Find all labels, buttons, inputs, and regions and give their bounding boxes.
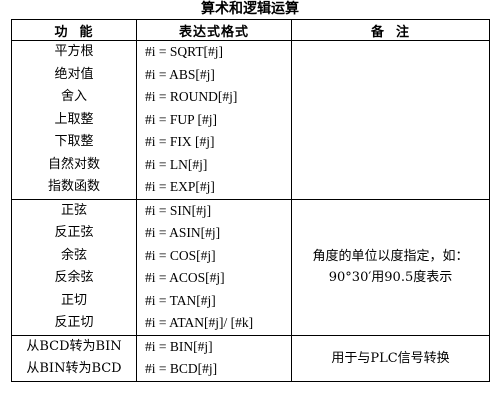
expression-text: #i = SIN[#j] [145, 202, 212, 218]
function-cell: 平方根 绝对值 舍入 上取整 下取整 自然对数 指数函数 [11, 40, 137, 200]
expression-cell: #i = BIN[#j] #i = BCD[#j] [136, 334, 292, 382]
function-label: 正弦 [60, 202, 87, 218]
function-label: 从BCD转为BIN [26, 338, 122, 354]
function-label: 平方根 [54, 44, 94, 59]
function-label: 反正弦 [54, 225, 94, 240]
function-cell: 从BCD转为BIN 从BIN转为BCD [11, 334, 137, 382]
operations-table: 功 能 表达式格式 备 注 平方根 绝对值 舍入 上取整 下取整 自然对数 指数… [11, 19, 490, 382]
table-row-basic-math: 平方根 绝对值 舍入 上取整 下取整 自然对数 指数函数 #i = SQRT[#… [11, 40, 490, 200]
function-label: 绝对值 [54, 66, 94, 82]
remark-text: 用于与PLC信号转换 [331, 350, 450, 366]
function-label: 上取整 [54, 111, 94, 127]
remarks-cell: 角度的单位以度指定，如： 90°30′用90.5度表示 [291, 198, 490, 336]
expression-text: #i = BIN[#j] [145, 338, 213, 354]
table-header-row: 功 能 表达式格式 备 注 [11, 19, 490, 41]
function-label: 自然对数 [47, 156, 100, 172]
expression-text: #i = SQRT[#j] [145, 44, 224, 59]
function-cell: 正弦 反正弦 余弦 反余弦 正切 反正切 [11, 198, 137, 336]
expression-text: #i = FUP [#j] [145, 111, 217, 127]
function-label: 余弦 [60, 247, 87, 263]
expression-text: #i = ATAN[#j]/ [#k] [145, 315, 254, 330]
expression-text: #i = BCD[#j] [145, 361, 218, 376]
page-title: 算术和逻辑运算 [201, 1, 299, 17]
header-expression: 表达式格式 [136, 19, 292, 41]
table-row-trigonometric: 正弦 反正弦 余弦 反余弦 正切 反正切 #i = SIN[#j] #i = A… [11, 198, 490, 336]
remarks-cell: 用于与PLC信号转换 [291, 334, 490, 382]
table-row-conversion: 从BCD转为BIN 从BIN转为BCD #i = BIN[#j] #i = BC… [11, 334, 490, 382]
expression-text: #i = COS[#j] [145, 247, 216, 263]
function-label: 从BIN转为BCD [26, 361, 122, 376]
expression-text: #i = ACOS[#j] [145, 270, 225, 285]
expression-cell: #i = SQRT[#j] #i = ABS[#j] #i = ROUND[#j… [136, 40, 292, 200]
remark-text: 90°30′用90.5度表示 [328, 270, 453, 285]
header-function: 功 能 [11, 19, 137, 41]
function-label: 舍入 [60, 89, 87, 104]
remark-text: 角度的单位以度指定，如： [312, 249, 469, 264]
function-label: 反正切 [54, 315, 94, 330]
expression-text: #i = FIX [#j] [145, 134, 215, 149]
expression-text: #i = LN[#j] [145, 156, 208, 172]
expression-text: #i = ABS[#j] [145, 66, 215, 82]
function-label: 正切 [60, 292, 87, 308]
header-remarks: 备 注 [291, 19, 490, 41]
expression-cell: #i = SIN[#j] #i = ASIN[#j] #i = COS[#j] … [136, 198, 292, 336]
function-label: 反余弦 [54, 270, 94, 285]
expression-text: #i = ROUND[#j] [145, 89, 238, 104]
remarks-cell [291, 40, 490, 200]
function-label: 指数函数 [47, 179, 100, 194]
expression-text: #i = TAN[#j] [145, 292, 216, 308]
function-label: 下取整 [54, 134, 94, 149]
expression-text: #i = EXP[#j] [145, 179, 215, 194]
expression-text: #i = ASIN[#j] [145, 225, 221, 240]
